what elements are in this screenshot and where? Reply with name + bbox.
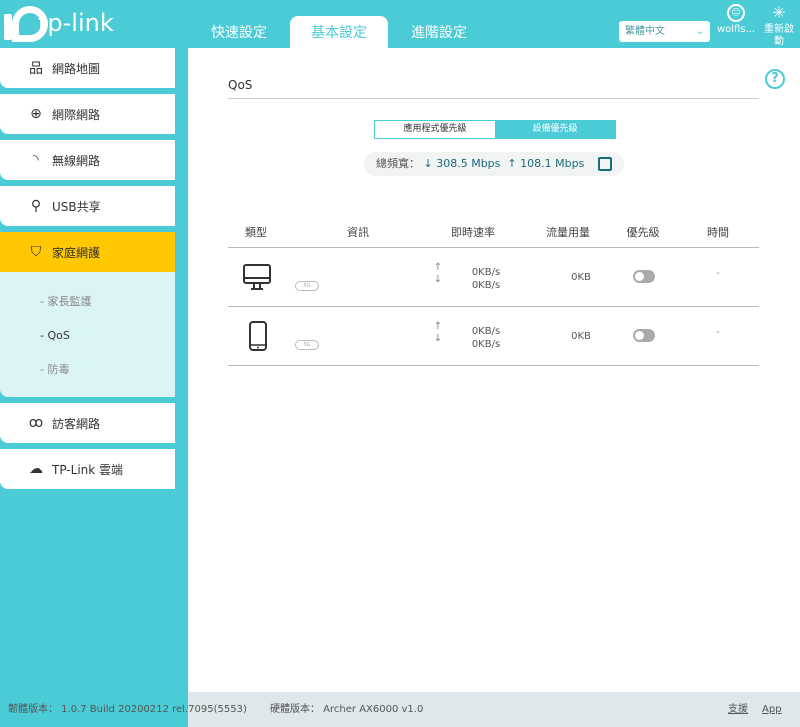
segment-device-priority[interactable]: 設備優先級	[495, 121, 615, 138]
rate-values: 0KB/s 0KB/s	[466, 266, 506, 292]
sidebar-item-internet[interactable]: ⊕ 網際網路	[0, 94, 175, 134]
submenu-antivirus[interactable]: - 防毒	[0, 360, 175, 394]
priority-mode-toggle: 應用程式優先級 設備優先級	[374, 120, 616, 139]
column-time: 時間	[707, 226, 729, 239]
up-down-arrows-icon: ↑ ↓	[433, 321, 443, 344]
sidebar-item-label: USB共享	[52, 199, 101, 214]
sidebar-item-network-map[interactable]: 品網路地圖	[0, 48, 175, 88]
column-info: 資訊	[347, 226, 369, 239]
up-down-arrows-icon: ↑ ↓	[433, 262, 443, 285]
brand-text: tp-link	[38, 9, 114, 37]
sidebar-item-usb[interactable]: ⚲ USB共享	[0, 186, 175, 226]
column-priority: 優先級	[626, 226, 660, 239]
logo-mark-icon	[4, 6, 48, 42]
network-map-icon: 品	[29, 61, 43, 77]
wireless-icon: ◝	[33, 152, 39, 168]
traffic-usage: 0KB	[571, 272, 591, 283]
sidebar-item-guest[interactable]: ꝏ 訪客網路	[0, 403, 175, 443]
upload-icon: ↑	[507, 157, 517, 170]
sidebar-item-label: 網際網路	[52, 107, 101, 122]
desktop-icon	[242, 262, 272, 292]
column-type: 類型	[245, 226, 267, 239]
upload-rate: 0KB/s	[471, 267, 501, 278]
segment-app-priority[interactable]: 應用程式優先級	[375, 121, 495, 138]
submenu-qos[interactable]: - QoS	[0, 326, 175, 360]
reboot-label: 重新啟動	[764, 24, 794, 47]
reboot-button[interactable]: ✳ 重新啟動	[762, 4, 796, 48]
time-value: -	[716, 268, 720, 279]
priority-toggle[interactable]	[633, 270, 655, 283]
bandwidth-label: 總頻寬：	[376, 157, 420, 170]
download-bandwidth: 308.5 Mbps	[436, 157, 501, 170]
page-title: QoS	[228, 78, 759, 99]
upload-rate: 0KB/s	[471, 326, 501, 337]
band-badge: 5G	[295, 340, 319, 350]
language-value: 繁體中文	[625, 26, 665, 37]
chevron-down-icon: ⌄	[695, 26, 704, 37]
tab-advanced[interactable]: 進階設定	[390, 16, 488, 48]
download-rate: 0KB/s	[471, 339, 501, 350]
upload-bandwidth: 108.1 Mbps	[520, 157, 585, 170]
rate-values: 0KB/s 0KB/s	[466, 325, 506, 351]
hardware-version: 硬體版本： Archer AX6000 v1.0	[270, 704, 424, 715]
firmware-version: 韌體版本： 1.0.7 Build 20200212 rel.7095(5553…	[8, 704, 247, 715]
user-button[interactable]: ☺ wolfls...	[716, 4, 756, 35]
sidebar-item-label: 家庭網護	[52, 245, 101, 260]
band-badge: 5G	[295, 281, 319, 291]
priority-toggle[interactable]	[633, 329, 655, 342]
main-panel: QoS ? 應用程式優先級 設備優先級 總頻寬： ↓ 308.5 Mbps ↑ …	[188, 48, 800, 692]
tab-basic[interactable]: 基本設定	[290, 16, 388, 48]
sidebar-item-label: 訪客網路	[52, 416, 101, 431]
sidebar: 品網路地圖 ⊕ 網際網路 ◝ 無線網路 ⚲ USB共享 ⛉ 家庭網護 - 家長監護 - …	[0, 48, 175, 495]
bandwidth-summary: 總頻寬： ↓ 308.5 Mbps ↑ 108.1 Mbps	[364, 152, 624, 176]
traffic-usage: 0KB	[571, 331, 591, 342]
column-rate: 即時速率	[451, 226, 495, 239]
footer: 韌體版本： 1.0.7 Build 20200212 rel.7095(5553…	[0, 692, 800, 727]
sidebar-item-homeshield[interactable]: ⛉ 家庭網護	[0, 232, 175, 272]
submenu-label: 防毒	[47, 363, 70, 376]
cloud-icon: ☁	[29, 461, 43, 477]
table-row: 5G ↑ ↓ 0KB/s 0KB/s 0KB -	[228, 307, 759, 366]
user-icon: ☺	[727, 4, 745, 22]
sidebar-item-label: TP-Link 雲端	[52, 462, 124, 477]
tab-quick-setup[interactable]: 快速設定	[190, 16, 288, 48]
globe-icon: ⊕	[30, 106, 42, 122]
submenu-label: QoS	[47, 329, 70, 342]
header: tp-link 快速設定 基本設定 進階設定 繁體中文 ⌄ ☺ wolfls... …	[0, 0, 800, 48]
submenu-label: 家長監護	[47, 295, 92, 308]
sidebar-item-wireless[interactable]: ◝ 無線網路	[0, 140, 175, 180]
language-select[interactable]: 繁體中文 ⌄	[619, 21, 710, 42]
download-rate: 0KB/s	[471, 280, 501, 291]
sidebar-item-cloud[interactable]: ☁ TP-Link 雲端	[0, 449, 175, 489]
guests-icon: ꝏ	[28, 415, 44, 431]
tp-link-logo[interactable]: tp-link	[4, 6, 114, 42]
table-header: 類型 資訊 即時速率 流量用量 優先級 時間	[228, 224, 759, 248]
edit-icon[interactable]	[598, 157, 612, 171]
table-row: 5G ↑ ↓ 0KB/s 0KB/s 0KB -	[228, 248, 759, 307]
phone-icon	[242, 321, 272, 351]
download-icon: ↓	[423, 157, 433, 170]
sidebar-item-label: 無線網路	[52, 153, 101, 168]
app-link[interactable]: App	[762, 692, 782, 727]
column-traffic: 流量用量	[546, 226, 590, 239]
usb-icon: ⚲	[30, 198, 42, 214]
submenu-parental-controls[interactable]: - 家長監護	[0, 292, 175, 326]
sidebar-item-label: 網路地圖	[52, 61, 101, 76]
support-link[interactable]: 支援	[728, 692, 748, 727]
reboot-icon: ✳	[772, 3, 786, 22]
time-value: -	[716, 327, 720, 338]
shield-icon: ⛉	[30, 244, 42, 260]
homeshield-submenu: - 家長監護 - QoS - 防毒	[0, 272, 175, 397]
help-icon[interactable]: ?	[765, 69, 785, 89]
user-name: wolfls...	[716, 24, 756, 35]
